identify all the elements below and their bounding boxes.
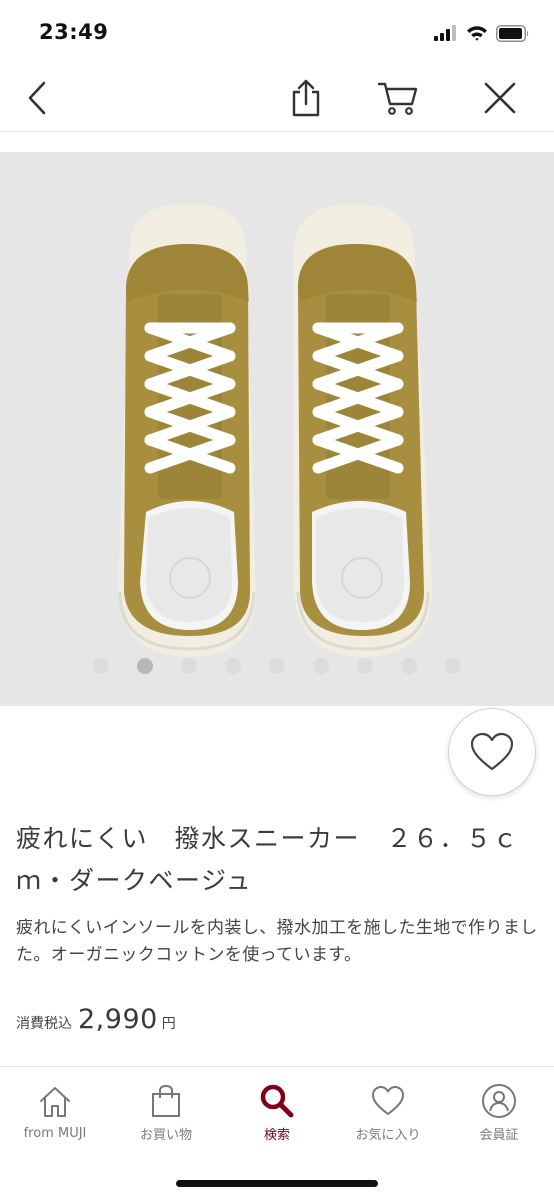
tab-search[interactable]: 検索 bbox=[222, 1083, 332, 1143]
back-button[interactable] bbox=[14, 74, 62, 122]
pager-dot[interactable] bbox=[137, 658, 153, 674]
right-shoe bbox=[294, 204, 432, 657]
tab-label: お買い物 bbox=[139, 1128, 192, 1143]
pager-dot[interactable] bbox=[93, 658, 109, 674]
left-shoe bbox=[118, 204, 256, 657]
search-icon bbox=[260, 1084, 294, 1118]
tab-from-muji[interactable]: from MUJI bbox=[0, 1083, 110, 1143]
share-icon bbox=[292, 79, 320, 117]
product-title: 疲れにくい 撥水スニーカー ２６．５ｃｍ・ダークベージュ bbox=[16, 824, 520, 895]
cart-button[interactable] bbox=[374, 74, 422, 122]
tab-favorites[interactable]: お気に入り bbox=[333, 1083, 443, 1143]
shopping-bag-icon bbox=[152, 1084, 180, 1117]
favorite-button[interactable] bbox=[448, 708, 536, 796]
pager-dot[interactable] bbox=[445, 658, 461, 674]
tab-member-card[interactable]: 会員証 bbox=[444, 1083, 554, 1143]
price-row: 消費税込 2,990 円 bbox=[16, 1004, 176, 1040]
price-unit: 円 bbox=[161, 1016, 176, 1032]
wifi-icon bbox=[467, 26, 487, 41]
share-button[interactable] bbox=[282, 74, 330, 122]
image-pager bbox=[0, 658, 554, 674]
tab-label: 検索 bbox=[263, 1128, 290, 1143]
status-time: 23:49 bbox=[39, 20, 109, 44]
pager-dot[interactable] bbox=[357, 658, 373, 674]
price-tax-label: 消費税込 bbox=[16, 1016, 72, 1032]
product-description: 疲れにくいインソールを内装し、撥水加工を施した生地で作りました。オーガニックコッ… bbox=[16, 918, 538, 965]
pager-dot[interactable] bbox=[269, 658, 285, 674]
home-icon bbox=[40, 1087, 70, 1117]
chevron-left-icon bbox=[28, 81, 46, 115]
pager-dot[interactable] bbox=[181, 658, 197, 674]
battery-icon bbox=[496, 24, 529, 42]
cellular-signal-icon bbox=[434, 25, 456, 41]
cart-icon bbox=[377, 82, 418, 115]
status-icons bbox=[434, 22, 530, 44]
close-button[interactable] bbox=[476, 74, 524, 122]
member-card-icon bbox=[482, 1084, 516, 1118]
pager-dot[interactable] bbox=[401, 658, 417, 674]
product-image-carousel[interactable] bbox=[0, 152, 554, 706]
tab-label: from MUJI bbox=[23, 1126, 87, 1141]
tab-label: お気に入り bbox=[355, 1128, 421, 1143]
price-value: 2,990 bbox=[78, 1004, 158, 1035]
nav-bar bbox=[0, 62, 554, 132]
tab-label: 会員証 bbox=[479, 1128, 519, 1143]
close-icon bbox=[484, 82, 516, 114]
heart-icon bbox=[372, 1086, 404, 1115]
pager-dot[interactable] bbox=[225, 658, 241, 674]
heart-icon bbox=[470, 732, 514, 771]
tab-shopping[interactable]: お買い物 bbox=[111, 1083, 221, 1143]
pager-dot[interactable] bbox=[313, 658, 329, 674]
status-bar: 23:49 bbox=[0, 0, 554, 62]
product-image bbox=[118, 204, 432, 657]
home-indicator bbox=[176, 1180, 378, 1187]
